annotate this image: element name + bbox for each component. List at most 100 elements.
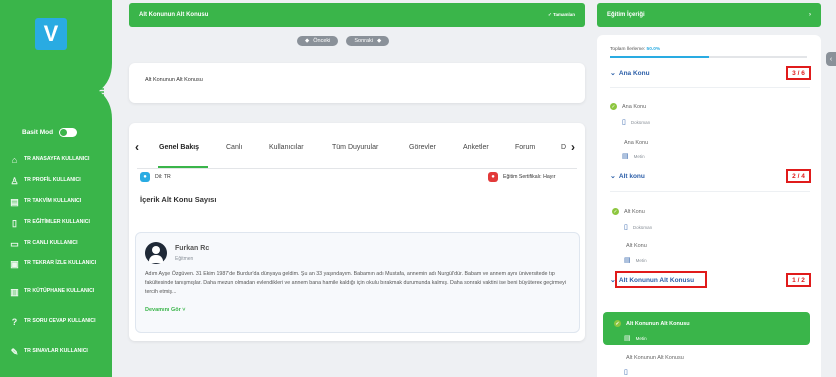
toggle-switch[interactable] (59, 128, 78, 137)
live-icon: ▭ (10, 239, 19, 249)
content-item[interactable]: ✓ Ana Konu (610, 103, 646, 110)
group-alt-konunun-alt-konusu[interactable]: ⌄ Alt Konunun Alt Konusu (610, 276, 695, 285)
chevron-down-icon: ⌄ (610, 70, 616, 77)
progress-bar (610, 56, 807, 58)
lesson-navigation: ◆ Önceki Sonraki ◆ (297, 36, 390, 46)
read-more-label: Devamını Gör (145, 307, 181, 313)
read-more-link[interactable]: Devamını Gör ˅ (145, 307, 186, 313)
content-item[interactable]: ✓ Alt Konu (612, 208, 645, 215)
content-item[interactable]: Alt Konunun Alt Konusu (626, 355, 684, 361)
item-sub: Doküman (632, 224, 653, 230)
certificate-icon: ● (488, 172, 498, 182)
tab-surveys[interactable]: Anketler (463, 144, 489, 151)
progress-label: Toplam İlerleme: (610, 47, 646, 52)
tab-more[interactable]: D (561, 144, 566, 151)
simple-mode-toggle[interactable]: Basit Mod (22, 128, 78, 137)
text-icon: ▤ (624, 335, 631, 342)
tab-overview[interactable]: Genel Bakış (159, 144, 199, 151)
tab-forum[interactable]: Forum (515, 144, 535, 151)
active-content-item[interactable]: ✓ Alt Konunun Alt Konusu ▤ Metin (603, 312, 810, 345)
instructor-name: Furkan Rc (175, 245, 210, 252)
sidebar-item-replay[interactable]: ▣ TR TEKRAR İZLE KULLANICI (0, 260, 112, 269)
user-icon: ♙ (10, 176, 19, 186)
sidebar-item-trainings[interactable]: ▯ TR EĞİTİMLER KULLANICI (0, 219, 112, 228)
item-title: Ana Konu (624, 140, 649, 146)
group-ana-konu[interactable]: ⌄ Ana Konu (610, 69, 650, 78)
tabs-scroll-left-icon[interactable]: ‹ (135, 140, 139, 154)
sidebar-item-label: TR KÜTÜPHANE KULLANICI (24, 288, 95, 294)
sidebar-item-label: TR SORU CEVAP KULLANICI (24, 318, 96, 324)
progress-fill (610, 56, 709, 58)
course-content-panel: Toplam İlerleme: 50.0% ⌄ Ana Konu 3 / 6 … (597, 35, 821, 377)
arrow-right-icon: ◆ (377, 38, 382, 44)
tab-tasks[interactable]: Görevler (409, 144, 436, 151)
menu-collapse-icon[interactable] (85, 63, 112, 119)
item-sub: Metin (635, 335, 647, 341)
course-content-header[interactable]: Eğitim İçeriği › (597, 3, 821, 27)
document-icon: ▯ (624, 224, 628, 231)
tab-live[interactable]: Canlı (226, 144, 242, 151)
content-title: Alt Konunun Alt Konusu (145, 77, 203, 83)
sidebar-item-label: TR ANASAYFA KULLANICI (24, 156, 90, 162)
sidebar-item-calendar[interactable]: ▤ TR TAKVİM KULLANICI (0, 198, 112, 207)
tab-announcements[interactable]: Tüm Duyurular (332, 144, 378, 151)
panel-collapse-icon[interactable]: ‹ (826, 52, 836, 66)
instructor-bio: Adım Ayşe Özgüven. 31 Ekim 1987'de Burdu… (145, 271, 566, 295)
group-title: Alt konu (618, 172, 645, 180)
book-icon: ▯ (12, 218, 17, 228)
language-info: ● Dil: TR (140, 172, 171, 182)
item-sub: Doküman (630, 119, 651, 125)
content-item-sub[interactable]: ▯ (624, 368, 628, 376)
sidebar-item-home[interactable]: ⌂ TR ANASAYFA KULLANICI (0, 156, 112, 165)
language-label: Dil: TR (155, 174, 171, 180)
content-item[interactable]: Ana Konu (624, 140, 648, 146)
content-item: ✓ Alt Konunun Alt Konusu (614, 320, 690, 327)
complete-label: Tamamlan (553, 12, 575, 17)
sidebar-item-live[interactable]: ▭ TR CANLI KULLANICI (0, 240, 112, 249)
item-sub: Metin (633, 153, 645, 159)
next-button[interactable]: Sonraki ◆ (346, 36, 390, 46)
item-title: Alt Konu (624, 208, 645, 215)
tab-bar: ‹ Genel Bakış Canlı Kullanıcılar Tüm Duy… (129, 136, 585, 169)
tab-users[interactable]: Kullanıcılar (269, 144, 304, 151)
next-label: Sonraki (354, 38, 374, 44)
sidebar-item-label: TR SINAVLAR KULLANICI (24, 348, 88, 354)
group-alt-konu[interactable]: ⌄ Alt konu (610, 172, 645, 181)
check-icon: ✓ (612, 208, 619, 215)
sidebar-item-library[interactable]: ▥ TR KÜTÜPHANE KULLANICI (0, 288, 112, 297)
divider (610, 87, 810, 88)
lesson-title: Alt Konunun Alt Konusu (139, 12, 209, 18)
previous-button[interactable]: ◆ Önceki (297, 36, 339, 46)
item-title: Alt Konunun Alt Konusu (626, 355, 684, 361)
complete-button[interactable]: ✓ Tamamlan (548, 12, 575, 18)
app-logo[interactable]: V (35, 18, 67, 50)
item-sub: Metin (635, 257, 647, 263)
content-item-sub[interactable]: ▤ Metin (622, 152, 645, 160)
group-title: Ana Konu (618, 69, 650, 77)
calendar-icon: ▤ (10, 197, 19, 207)
exam-icon: ✎ (10, 347, 19, 357)
sidebar-item-profile[interactable]: ♙ TR PROFİL KULLANICI (0, 177, 112, 186)
group-title: Alt Konunun Alt Konusu (618, 276, 695, 284)
previous-label: Önceki (313, 38, 331, 44)
group-counter: 2 / 4 (786, 169, 811, 183)
text-icon: ▤ (624, 257, 631, 264)
chevron-down-icon: ⌄ (610, 277, 616, 284)
sidebar-item-label: TR TEKRAR İZLE KULLANICI (24, 260, 97, 266)
content-item-sub[interactable]: ▯ Doküman (622, 118, 650, 126)
progress-value: 50.0% (646, 47, 661, 52)
sidebar-item-label: TR PROFİL KULLANICI (24, 177, 81, 183)
chevron-right-icon: › (809, 12, 811, 18)
instructor-card: Furkan Rc Eğitmen Adım Ayşe Özgüven. 31 … (135, 232, 580, 333)
check-icon: ✓ (614, 320, 621, 327)
certificate-label: Eğitim Sertifikalı: Hayır (503, 174, 556, 180)
content-item[interactable]: Alt Konu (626, 243, 647, 249)
content-item-sub[interactable]: ▤ Metin (624, 256, 647, 264)
divider (610, 191, 810, 192)
simple-mode-label: Basit Mod (22, 129, 54, 136)
content-item-sub[interactable]: ▯ Doküman (624, 223, 652, 231)
sidebar-item-qa[interactable]: ? TR SORU CEVAP KULLANICI (0, 318, 112, 327)
course-content-title: Eğitim İçeriği (607, 12, 645, 18)
sidebar-item-exams[interactable]: ✎ TR SINAVLAR KULLANICI (0, 348, 112, 357)
tabs-scroll-right-icon[interactable]: › (571, 140, 575, 154)
